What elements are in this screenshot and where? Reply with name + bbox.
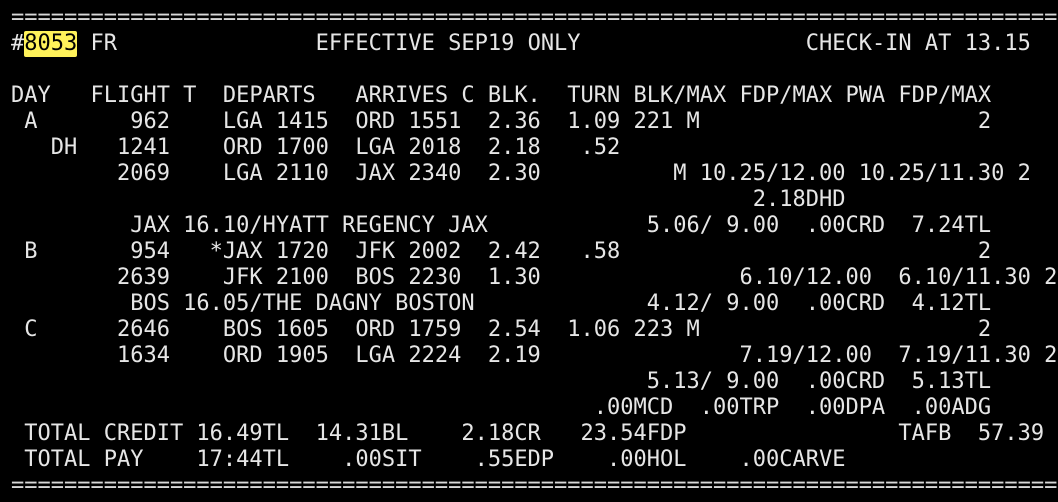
flight-row: 2069 LGA 2110 JAX 2340 2.30 M 10.25/12.0… — [11, 161, 1031, 186]
flight-row: DH 1241 ORD 1700 LGA 2018 2.18 .52 — [11, 135, 621, 160]
column-headers: DAY FLIGHT T DEPARTS ARRIVES C BLK. TURN… — [11, 83, 992, 108]
total-credit-line: TOTAL CREDIT 16.49TL 14.31BL 2.18CR 23.5… — [11, 421, 1045, 446]
header-details: FR EFFECTIVE SEP19 ONLY CHECK-IN AT 13.1… — [77, 31, 1031, 56]
layover-line: JAX 16.10/HYATT REGENCY JAX 5.06/ 9.00 .… — [11, 213, 992, 238]
header-prefix: # — [11, 31, 25, 56]
deadhead-credit-line: 2.18DHD — [11, 187, 846, 212]
flight-row: B 954 *JAX 1720 JFK 2002 2.42 .58 2 — [11, 239, 992, 264]
total-pay-line: TOTAL PAY 17:44TL .00SIT .55EDP .00HOL .… — [11, 447, 846, 472]
top-separator: ========================================… — [11, 5, 1058, 30]
header-line: #8053 FR EFFECTIVE SEP19 ONLY CHECK-IN A… — [11, 31, 1031, 57]
terminal-screen: ========================================… — [0, 0, 1058, 502]
flight-row: C 2646 BOS 1605 ORD 1759 2.54 1.06 223 M… — [11, 317, 992, 342]
pay-adjustments-line: .00MCD .00TRP .00DPA .00ADG — [11, 395, 992, 420]
pairing-number-highlight: 8053 — [24, 31, 78, 57]
flight-row: A 962 LGA 1415 ORD 1551 2.36 1.09 221 M … — [11, 109, 992, 134]
flight-row: 1634 ORD 1905 LGA 2224 2.19 7.19/12.00 7… — [11, 343, 1058, 368]
layover-line: BOS 16.05/THE DAGNY BOSTON 4.12/ 9.00 .0… — [11, 291, 992, 316]
flight-row: 2639 JFK 2100 BOS 2230 1.30 6.10/12.00 6… — [11, 265, 1058, 290]
bottom-separator: ========================================… — [11, 473, 1058, 498]
duty-summary-line: 5.13/ 9.00 .00CRD 5.13TL — [11, 369, 992, 394]
